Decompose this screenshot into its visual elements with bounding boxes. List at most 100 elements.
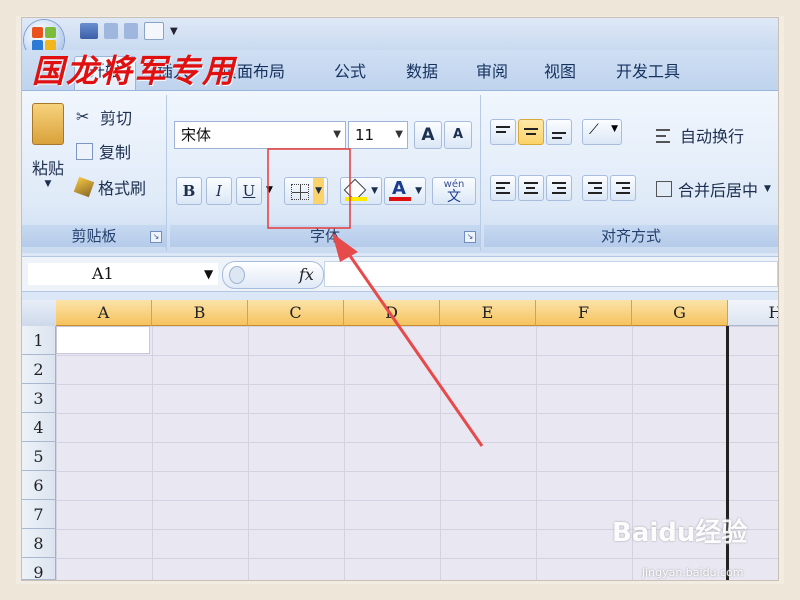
italic-button[interactable]: I [206,177,232,205]
baidu-watermark: Baidu经验 [612,518,748,548]
active-cell-a1[interactable] [56,326,150,354]
copy-label: 复制 [99,143,132,162]
fill-color-bar [345,197,367,201]
align-right-button[interactable] [546,175,572,201]
font-color-button[interactable]: A ▼ [384,177,426,205]
redo-icon[interactable] [124,23,138,39]
formula-tools: fx [222,261,324,289]
scissors-icon: ✂ [76,107,90,126]
align-left-button[interactable] [490,175,516,201]
row-header-1[interactable]: 1 [22,326,56,355]
clipboard-group: 粘贴 ▼ ✂ 剪切 复制 格式刷 剪贴板 ↘ [22,95,167,251]
col-header-g[interactable]: G [632,300,728,326]
cut-button[interactable]: ✂ 剪切 [76,105,132,129]
decrease-indent-button[interactable] [582,175,608,201]
merge-center-button[interactable]: 合并后居中 ▼ [656,177,771,201]
format-painter-label: 格式刷 [98,179,147,198]
cut-label: 剪切 [100,109,133,128]
tab-formulas[interactable]: 公式 [322,58,378,86]
col-header-b[interactable]: B [152,300,248,326]
row-header-2[interactable]: 2 [22,355,56,384]
expand-icon[interactable] [229,266,245,284]
brush-icon [73,176,95,198]
row-header-4[interactable]: 4 [22,413,56,442]
fill-color-button[interactable]: ▼ [340,177,382,205]
undo-icon[interactable] [104,23,118,39]
alignment-group: ⟋ ▼ 自动换行 合并后居中 ▼ 对齐方式 [484,95,778,251]
row-header-9[interactable]: 9 [22,558,56,580]
underline-dropdown-icon[interactable]: ▼ [266,185,273,195]
paste-label: 粘贴 [31,159,64,178]
col-header-d[interactable]: D [344,300,440,326]
orientation-icon: ⟋ [589,122,599,138]
merge-center-icon [656,181,672,197]
insert-function-button[interactable]: fx [299,262,314,288]
alignment-group-label: 对齐方式 [484,225,778,247]
align-bottom-button[interactable] [546,119,572,145]
underline-button[interactable]: U [236,177,262,205]
tab-view[interactable]: 视图 [532,58,588,86]
font-name-value: 宋体 [181,126,212,144]
borders-button[interactable]: ▼ [284,177,328,205]
fill-color-dropdown-icon[interactable]: ▼ [371,178,378,204]
col-header-a[interactable]: A [56,300,152,326]
clipboard-launcher-icon[interactable]: ↘ [150,231,162,243]
shrink-font-button[interactable]: A [444,121,472,149]
align-top-button[interactable] [490,119,516,145]
col-header-h[interactable]: H [728,300,778,326]
wrap-text-label: 自动换行 [680,127,745,146]
row-header-3[interactable]: 3 [22,384,56,413]
formula-input[interactable] [324,261,778,287]
copy-button[interactable]: 复制 [76,139,131,163]
wrap-text-button[interactable]: 自动换行 [656,123,744,147]
font-name-dropdown-icon[interactable]: ▼ [333,122,341,148]
font-group-label: 字体 [170,225,480,247]
font-size-dropdown-icon[interactable]: ▼ [395,122,403,148]
select-all-button[interactable] [22,300,57,327]
col-header-e[interactable]: E [440,300,536,326]
row-header-5[interactable]: 5 [22,442,56,471]
excel-window: ▼ 开始 插入 页面布局 公式 数据 审阅 视图 开发工具 国龙将军专用 粘贴 … [22,18,778,580]
orientation-button[interactable]: ⟋ ▼ [582,119,622,145]
font-launcher-icon[interactable]: ↘ [464,231,476,243]
name-box-dropdown-icon[interactable]: ▼ [204,263,213,285]
merge-center-label: 合并后居中 [678,181,759,200]
name-box[interactable]: A1 [28,263,218,285]
copy-icon [76,142,93,160]
align-middle-button[interactable] [518,119,544,145]
grow-font-button[interactable]: A [414,121,442,149]
font-color-bar [389,197,411,201]
formula-bar: A1 ▼ fx [22,256,778,292]
wrap-text-icon [656,126,674,144]
print-preview-icon[interactable] [144,22,164,40]
increase-indent-button[interactable] [610,175,636,201]
font-group: 宋体 ▼ 11 ▼ A A B I U ▼ ▼ ▼ A ▼ wén 文 字体 ↘ [170,95,481,251]
borders-dropdown-icon[interactable]: ▼ [313,178,324,204]
phonetic-icon: 文 [447,189,461,205]
title-overlay: 国龙将军专用 [32,52,237,90]
tab-developer[interactable]: 开发工具 [606,58,690,86]
qat-customize-icon[interactable]: ▼ [170,26,178,37]
clipboard-group-label: 剪贴板 [22,225,166,247]
borders-icon [291,184,309,200]
row-header-7[interactable]: 7 [22,500,56,529]
bold-button[interactable]: B [176,177,202,205]
tab-review[interactable]: 审阅 [464,58,520,86]
phonetic-button[interactable]: wén 文 [432,177,476,205]
format-painter-button[interactable]: 格式刷 [73,175,147,199]
font-size-combo[interactable]: 11 ▼ [348,121,408,149]
align-center-button[interactable] [518,175,544,201]
tab-data[interactable]: 数据 [394,58,450,86]
col-header-c[interactable]: C [248,300,344,326]
paste-button[interactable]: 粘贴 ▼ [26,99,70,189]
font-name-combo[interactable]: 宋体 ▼ [174,121,346,149]
ribbon: 粘贴 ▼ ✂ 剪切 复制 格式刷 剪贴板 ↘ 宋体 ▼ 11 ▼ A A B I… [22,90,778,253]
font-size-value: 11 [355,126,375,144]
row-header-6[interactable]: 6 [22,471,56,500]
baidu-watermark-url: jingyan.baidu.com [642,566,744,579]
save-icon[interactable] [80,23,98,39]
font-color-dropdown-icon[interactable]: ▼ [415,178,422,204]
merge-dropdown-icon[interactable]: ▼ [764,184,771,194]
col-header-f[interactable]: F [536,300,632,326]
row-header-8[interactable]: 8 [22,529,56,558]
